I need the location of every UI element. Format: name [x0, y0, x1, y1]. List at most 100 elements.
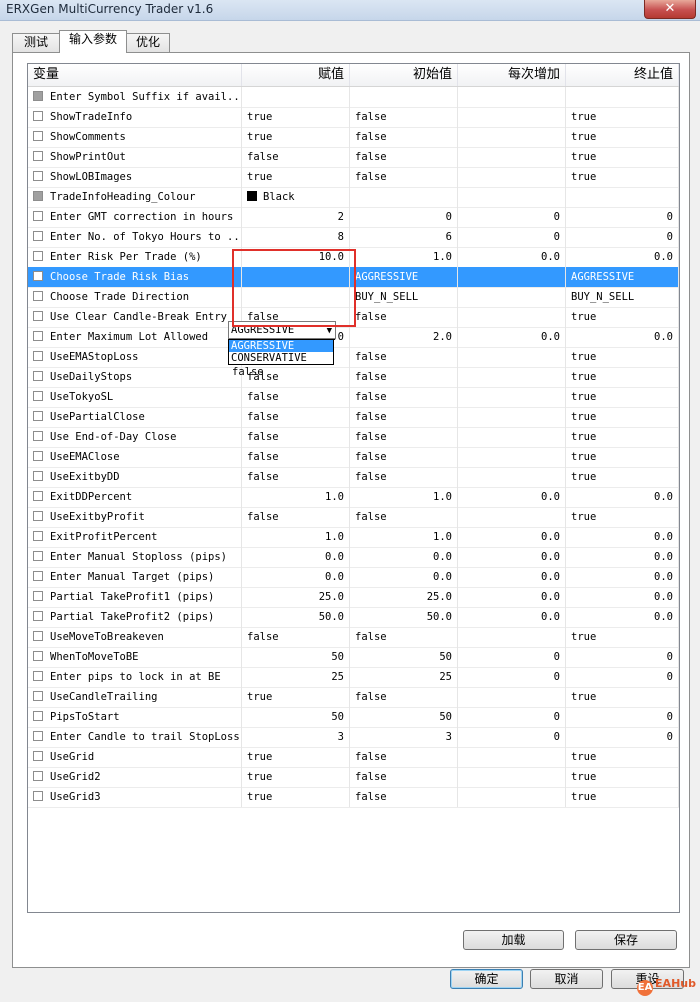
- table-row[interactable]: ShowComments true false true: [28, 127, 679, 148]
- param-step[interactable]: [458, 507, 566, 527]
- param-value[interactable]: true: [242, 787, 350, 807]
- table-row[interactable]: UseEMAClose false false true: [28, 447, 679, 468]
- param-value[interactable]: 8: [242, 227, 350, 247]
- param-step[interactable]: 0: [458, 707, 566, 727]
- param-stop[interactable]: true: [566, 147, 679, 167]
- table-row[interactable]: Enter GMT correction in hours 2 0 0 0: [28, 207, 679, 228]
- param-value[interactable]: true: [242, 767, 350, 787]
- param-start[interactable]: false: [350, 147, 458, 167]
- tab-inputs[interactable]: 输入参数: [59, 30, 127, 53]
- table-row[interactable]: Partial TakeProfit1 (pips) 25.0 25.0 0.0 0.0: [28, 587, 679, 608]
- param-start[interactable]: false: [350, 407, 458, 427]
- param-start[interactable]: 50: [350, 707, 458, 727]
- param-value[interactable]: 3: [242, 727, 350, 747]
- param-stop[interactable]: true: [566, 507, 679, 527]
- param-stop[interactable]: 0: [566, 207, 679, 227]
- param-stop[interactable]: [566, 87, 679, 107]
- table-row[interactable]: UsePartialClose false false true: [28, 407, 679, 428]
- param-start[interactable]: AGGRESSIVE: [350, 267, 458, 287]
- table-row[interactable]: Partial TakeProfit2 (pips) 50.0 50.0 0.0 0.0: [28, 607, 679, 628]
- cancel-button[interactable]: 取消: [530, 969, 603, 989]
- param-stop[interactable]: true: [566, 407, 679, 427]
- param-stop[interactable]: 0.0: [566, 527, 679, 547]
- param-start[interactable]: false: [350, 387, 458, 407]
- param-start[interactable]: false: [350, 447, 458, 467]
- param-stop[interactable]: true: [566, 307, 679, 327]
- param-step[interactable]: [458, 687, 566, 707]
- header-stop[interactable]: 终止值: [566, 64, 679, 86]
- table-row[interactable]: ShowLOBImages true false true: [28, 167, 679, 188]
- param-step[interactable]: [458, 147, 566, 167]
- param-step[interactable]: [458, 307, 566, 327]
- param-value[interactable]: false: [242, 507, 350, 527]
- param-value[interactable]: 25: [242, 667, 350, 687]
- param-start[interactable]: false: [350, 127, 458, 147]
- param-step[interactable]: [458, 767, 566, 787]
- header-variable[interactable]: 变量: [28, 64, 242, 86]
- param-start[interactable]: false: [350, 627, 458, 647]
- header-step[interactable]: 每次增加: [458, 64, 566, 86]
- param-stop[interactable]: true: [566, 427, 679, 447]
- table-row[interactable]: ExitDDPercent 1.0 1.0 0.0 0.0: [28, 487, 679, 508]
- param-value[interactable]: true: [242, 107, 350, 127]
- param-stop[interactable]: true: [566, 467, 679, 487]
- table-row[interactable]: UseDailyStops false false true: [28, 367, 679, 388]
- param-value[interactable]: 0.0: [242, 567, 350, 587]
- param-start[interactable]: 0.0: [350, 567, 458, 587]
- param-step[interactable]: 0.0: [458, 607, 566, 627]
- param-stop[interactable]: true: [566, 447, 679, 467]
- param-value[interactable]: false: [242, 387, 350, 407]
- table-row[interactable]: ShowPrintOut false false true: [28, 147, 679, 168]
- load-button[interactable]: 加载: [463, 930, 564, 950]
- param-stop[interactable]: true: [566, 627, 679, 647]
- param-value[interactable]: Black: [242, 187, 350, 207]
- param-step[interactable]: [458, 627, 566, 647]
- param-step[interactable]: [458, 747, 566, 767]
- table-row[interactable]: UseMoveToBreakeven false false true: [28, 627, 679, 648]
- param-start[interactable]: false: [350, 687, 458, 707]
- save-button[interactable]: 保存: [575, 930, 677, 950]
- param-value[interactable]: 50.0: [242, 607, 350, 627]
- table-row[interactable]: Enter pips to lock in at BE 25 25 0 0: [28, 667, 679, 688]
- param-start[interactable]: false: [350, 787, 458, 807]
- param-value[interactable]: [242, 87, 350, 107]
- param-stop[interactable]: BUY_N_SELL: [566, 287, 679, 307]
- param-stop[interactable]: 0.0: [566, 487, 679, 507]
- param-step[interactable]: [458, 287, 566, 307]
- table-row[interactable]: UseGrid true false true: [28, 747, 679, 768]
- risk-bias-options[interactable]: AGGRESSIVE CONSERVATIVE: [228, 339, 334, 365]
- param-step[interactable]: 0.0: [458, 547, 566, 567]
- table-row[interactable]: UseEMAStopLossfalsefalsetrue: [28, 347, 679, 368]
- table-row[interactable]: Enter Manual Stoploss (pips) 0.0 0.0 0.0 0.0: [28, 547, 679, 568]
- param-start[interactable]: 25.0: [350, 587, 458, 607]
- param-value[interactable]: true: [242, 127, 350, 147]
- param-step[interactable]: 0: [458, 667, 566, 687]
- param-stop[interactable]: AGGRESSIVE: [566, 267, 679, 287]
- table-row[interactable]: Enter Symbol Suffix if avail...: [28, 87, 679, 108]
- table-row[interactable]: Enter Candle to trail StopLoss 3 3 0 0: [28, 727, 679, 748]
- param-start[interactable]: false: [350, 367, 458, 387]
- tab-optimization[interactable]: 优化: [126, 33, 170, 52]
- param-value[interactable]: 50: [242, 647, 350, 667]
- param-stop[interactable]: 0.0: [566, 607, 679, 627]
- param-start[interactable]: 3: [350, 727, 458, 747]
- param-stop[interactable]: true: [566, 347, 679, 367]
- table-row[interactable]: UseGrid2 true false true: [28, 767, 679, 788]
- table-row[interactable]: TradeInfoHeading_Colour Black: [28, 187, 679, 208]
- param-start[interactable]: BUY_N_SELL: [350, 287, 458, 307]
- param-start[interactable]: 0.0: [350, 547, 458, 567]
- param-stop[interactable]: 0: [566, 707, 679, 727]
- param-stop[interactable]: 0.0: [566, 567, 679, 587]
- param-value[interactable]: 50: [242, 707, 350, 727]
- param-step[interactable]: 0: [458, 207, 566, 227]
- param-step[interactable]: [458, 467, 566, 487]
- param-start[interactable]: 6: [350, 227, 458, 247]
- table-row[interactable]: UseCandleTrailing true false true: [28, 687, 679, 708]
- param-start[interactable]: false: [350, 427, 458, 447]
- param-stop[interactable]: [566, 187, 679, 207]
- table-row[interactable]: UseExitbyProfit false false true: [28, 507, 679, 528]
- param-value[interactable]: false: [242, 147, 350, 167]
- table-row[interactable]: Use End-of-Day Close false false true: [28, 427, 679, 448]
- param-start[interactable]: 50: [350, 647, 458, 667]
- param-value[interactable]: false: [242, 447, 350, 467]
